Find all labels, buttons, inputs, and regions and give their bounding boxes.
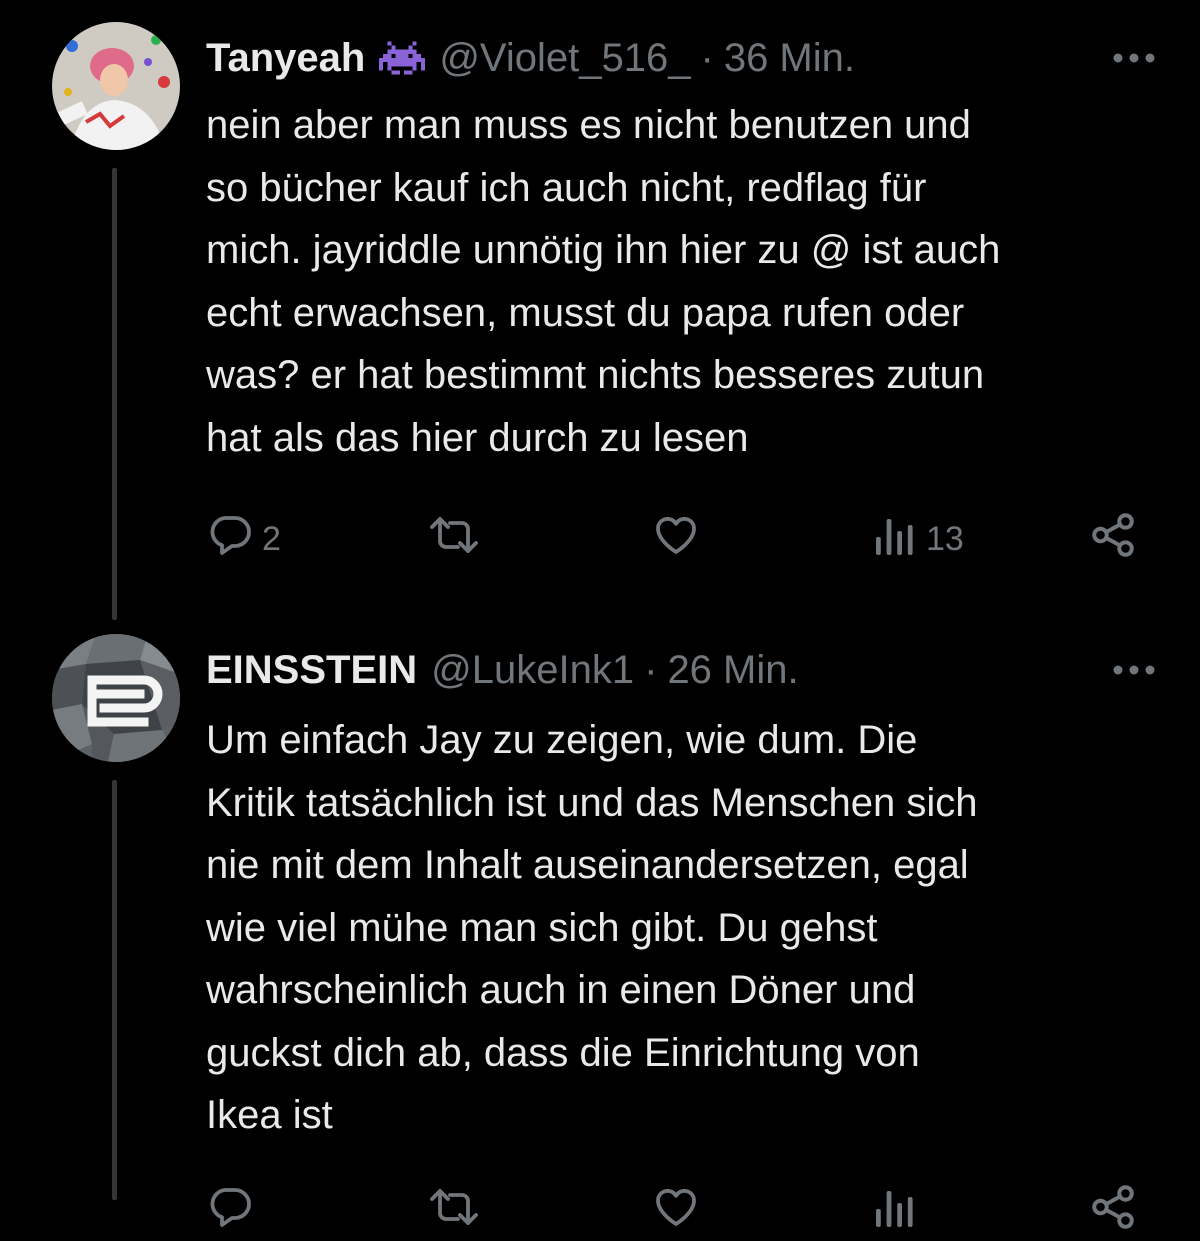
views-icon (872, 511, 918, 568)
retweet-button[interactable] (428, 1186, 480, 1236)
tweet-einsstein[interactable]: EINSSTEIN @LukeInk1 · 26 Min. Um einfach… (0, 620, 1200, 1229)
more-icon[interactable] (1108, 34, 1160, 82)
author-name[interactable]: Tanyeah (206, 34, 365, 82)
separator-dot: · (700, 36, 714, 80)
timestamp[interactable]: 36 Min. (724, 34, 855, 82)
share-button[interactable] (1088, 1184, 1138, 1236)
views-icon (872, 1183, 918, 1240)
tweet-text: nein aber man muss es nicht benutzen und… (206, 103, 1001, 460)
author-name[interactable]: EINSSTEIN (206, 646, 417, 694)
tweet-header: EINSSTEIN @LukeInk1 · 26 Min. (206, 646, 1160, 694)
avatar-einsstein[interactable] (52, 634, 180, 762)
tweet-tanyeah[interactable]: Tanyeah @Violet_516_ · 36 Min. nein aber… (0, 0, 1200, 620)
thread-line (112, 780, 117, 1200)
tweet-actions (206, 1184, 1152, 1236)
timestamp[interactable]: 26 Min. (667, 646, 798, 694)
share-icon (1088, 1182, 1138, 1241)
more-icon[interactable] (1108, 646, 1160, 694)
separator-dot: · (644, 648, 658, 692)
share-button[interactable] (1088, 512, 1138, 564)
tweet-header: Tanyeah @Violet_516_ · 36 Min. (206, 34, 1160, 82)
tweet-actions: 2 13 (206, 512, 1152, 564)
reply-count: 2 (262, 519, 281, 558)
retweet-icon (428, 511, 480, 568)
view-count: 13 (926, 519, 964, 558)
reply-button[interactable] (206, 1186, 254, 1236)
tweet-text: Um einfach Jay zu zeigen, wie dum. Die K… (206, 718, 978, 1137)
reply-button[interactable]: 2 (206, 514, 281, 564)
share-icon (1088, 510, 1138, 569)
like-button[interactable] (652, 1186, 700, 1236)
reply-icon (206, 511, 254, 568)
like-button[interactable] (652, 514, 700, 564)
views-button[interactable] (872, 1186, 918, 1236)
views-button[interactable]: 13 (872, 514, 964, 564)
thread-line (112, 168, 117, 620)
reply-icon (206, 1183, 254, 1240)
retweet-button[interactable] (428, 514, 480, 564)
retweet-icon (428, 1183, 480, 1240)
avatar-tanyeah[interactable] (52, 22, 180, 150)
space-invader-icon (379, 38, 426, 78)
heart-icon (652, 1183, 700, 1240)
author-handle[interactable]: @LukeInk1 (431, 646, 634, 694)
heart-icon (652, 511, 700, 568)
author-handle[interactable]: @Violet_516_ (439, 34, 690, 82)
